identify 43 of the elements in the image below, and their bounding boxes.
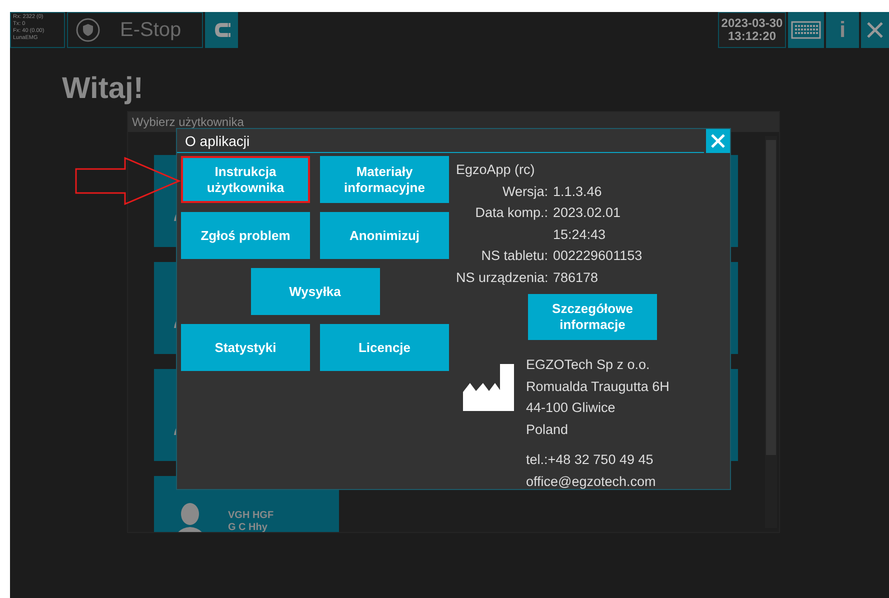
field-value: 2023.02.01 xyxy=(553,204,622,222)
menu-button[interactable]: Statystyki xyxy=(181,324,310,371)
field-label: Data komp.: xyxy=(474,204,548,222)
close-icon xyxy=(711,134,725,148)
info-button[interactable]: i xyxy=(826,12,859,48)
keyboard-button[interactable] xyxy=(788,12,824,48)
menu-button[interactable]: Anonimizuj xyxy=(320,212,449,259)
welcome-title: Witaj! xyxy=(62,72,144,106)
arrow-icon xyxy=(75,157,181,205)
menu-button[interactable]: Wysyłka xyxy=(250,268,380,315)
field-value: 15:24:43 xyxy=(553,226,607,244)
address-line: Poland xyxy=(526,420,570,438)
time-text: 13:12:20 xyxy=(728,30,776,43)
date-text: 2023-03-30 xyxy=(721,17,783,30)
field-label: NS urządzenia: xyxy=(456,268,548,287)
close-icon xyxy=(867,22,883,38)
address-line: 44-100 Gliwice xyxy=(526,399,616,417)
menu-button[interactable]: Zgłoś problem xyxy=(181,212,310,259)
magnet-icon xyxy=(212,21,230,39)
shield-icon xyxy=(76,18,100,42)
app-name: EgzoApp (rc) xyxy=(456,161,536,179)
field-value: 002229601153 xyxy=(553,247,644,265)
keyboard-icon xyxy=(791,21,821,39)
dialog-close-button[interactable] xyxy=(706,129,730,153)
field-value: 786178 xyxy=(553,268,600,286)
field-value: 1.1.3.46 xyxy=(553,182,603,200)
factory-icon xyxy=(463,364,514,411)
address-line: Romualda Traugutta 6H xyxy=(526,378,670,396)
dialog-title: O aplikacji xyxy=(177,129,704,153)
details-button[interactable]: Szczegółowe informacje xyxy=(528,294,657,340)
address-line: EGZOTech Sp z o.o. xyxy=(526,356,651,374)
menu-button[interactable]: Licencje xyxy=(320,324,449,371)
field-label: NS tabletu: xyxy=(480,247,548,265)
user-name: G C Hhy xyxy=(228,522,268,532)
contact-line: office@egzotech.com xyxy=(526,472,657,491)
user-name: VGH HGF xyxy=(228,510,274,522)
field-label: Wersja: xyxy=(501,182,548,201)
close-button[interactable] xyxy=(861,12,889,48)
menu-button[interactable]: Instrukcja użytkownika xyxy=(181,156,310,203)
estop-label: E-Stop xyxy=(120,18,182,42)
contact-line: tel.:+48 32 750 49 45 xyxy=(526,451,654,469)
magnet-button[interactable] xyxy=(205,12,238,48)
menu-button[interactable]: Materiały informacyjne xyxy=(320,156,449,203)
